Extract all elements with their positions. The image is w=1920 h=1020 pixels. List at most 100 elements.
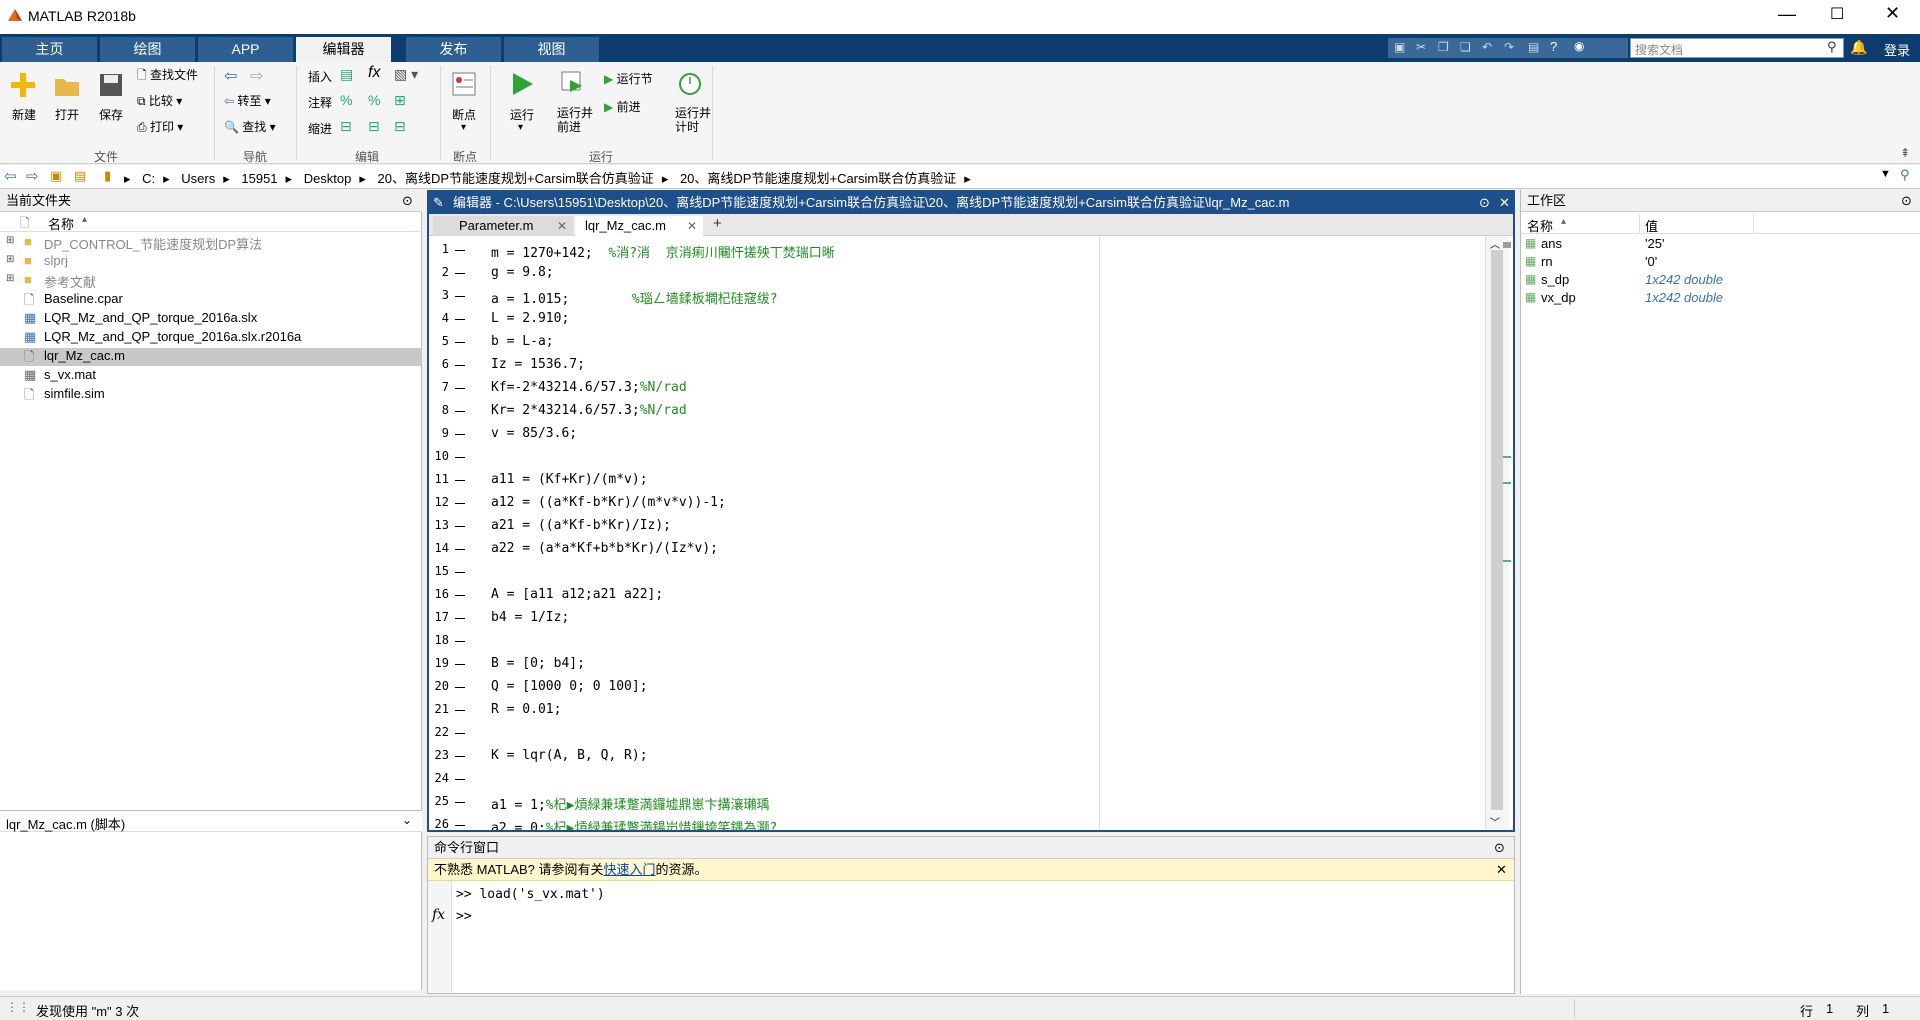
breakpoint-marker[interactable]: [455, 319, 465, 320]
line-number[interactable]: 13: [429, 518, 449, 532]
details-header[interactable]: lqr_Mz_cac.m (脚本) ⌄: [0, 810, 422, 832]
panel-menu-icon[interactable]: ⊙: [1494, 837, 1505, 859]
run-time-button[interactable]: [676, 68, 706, 98]
line-number[interactable]: 15: [429, 564, 449, 578]
close-icon[interactable]: ✕: [1496, 859, 1507, 881]
scroll-thumb[interactable]: [1491, 250, 1503, 810]
cut-icon[interactable]: ✂: [1416, 40, 1426, 54]
print-button[interactable]: ⎙ 打印 ▾: [137, 118, 183, 135]
find-button[interactable]: 🔍 查找 ▾: [224, 118, 276, 135]
code-area[interactable]: 1 m = 1270+142; %消?消 京消痢川闀忓搓殃丅焚瑞口晰 2 g = 9.…: [429, 236, 1493, 830]
list-item[interactable]: ▦ LQR_Mz_and_QP_torque_2016a.slx.r2016a: [0, 329, 422, 347]
line-number[interactable]: 25: [429, 794, 449, 808]
breadcrumb-item[interactable]: 20、离线DP节能速度规划+Carsim联合仿真验证: [378, 171, 654, 186]
close-icon[interactable]: ✕: [1499, 192, 1510, 214]
tab-plots[interactable]: 绘图: [100, 37, 195, 62]
code-line[interactable]: 2 g = 9.8;: [429, 263, 1089, 283]
line-number[interactable]: 10: [429, 449, 449, 463]
breadcrumb[interactable]: ▸ C: ▸ Users ▸ 15951 ▸ Desktop ▸ 20、离线DP节能速度…: [124, 168, 971, 187]
breakpoint-marker[interactable]: [455, 526, 465, 527]
breakpoint-marker[interactable]: [455, 549, 465, 550]
table-row[interactable]: ▦ ans '25': [1521, 236, 1920, 254]
table-row[interactable]: ▦ vx_dp 1x242 double: [1521, 290, 1920, 308]
code-line[interactable]: 14 a22 = (a*a*Kf+b*b*Kr)/(Iz*v);: [429, 539, 1089, 559]
line-number[interactable]: 20: [429, 679, 449, 693]
code-line[interactable]: 8 Kr= 2*43214.6/57.3;%N/rad: [429, 401, 1089, 421]
breakpoint-marker[interactable]: [455, 710, 465, 711]
list-item[interactable]: ▦ s_vx.mat: [0, 367, 422, 385]
breakpoint-marker[interactable]: [455, 779, 465, 780]
code-line[interactable]: 4 L = 2.910;: [429, 309, 1089, 329]
goto-button[interactable]: ⇦ 转至 ▾: [224, 92, 271, 109]
breadcrumb-item[interactable]: 20、离线DP节能速度规划+Carsim联合仿真验证: [680, 171, 956, 186]
search-icon[interactable]: ⚲: [1827, 39, 1837, 55]
breakpoint-marker[interactable]: [455, 296, 465, 297]
forward-icon[interactable]: ⇨: [26, 167, 39, 185]
list-item-selected[interactable]: 🗋 lqr_Mz_cac.m: [0, 348, 422, 366]
paste-icon[interactable]: ❏: [1460, 40, 1471, 54]
uncomment-icon[interactable]: %: [368, 92, 380, 108]
quick-start-link[interactable]: 快速入门: [604, 862, 656, 877]
panel-menu-icon[interactable]: ⊙: [402, 190, 413, 212]
breakpoint-marker[interactable]: [455, 595, 465, 596]
wrap-comment-icon[interactable]: ⊞: [394, 92, 406, 109]
breakpoint-marker[interactable]: [455, 572, 465, 573]
close-tab-icon[interactable]: ✕: [687, 216, 697, 236]
breakpoint-marker[interactable]: [455, 434, 465, 435]
search-input[interactable]: 搜索文档 ⚲: [1630, 38, 1844, 58]
code-line[interactable]: 17 b4 = 1/Iz;: [429, 608, 1089, 628]
breadcrumb-item[interactable]: Desktop: [304, 171, 352, 186]
collapse-ribbon-icon[interactable]: ⇞: [1900, 146, 1910, 160]
code-line[interactable]: 12 a12 = ((a*Kf-b*Kr)/(m*v*v))-1;: [429, 493, 1089, 513]
undo-icon[interactable]: ↶: [1482, 40, 1492, 54]
breakpoint-marker[interactable]: [455, 273, 465, 274]
breakpoint-marker[interactable]: [455, 388, 465, 389]
code-line[interactable]: 24: [429, 769, 1089, 789]
breakpoint-marker[interactable]: [455, 457, 465, 458]
breakpoint-marker[interactable]: [455, 664, 465, 665]
redo-icon[interactable]: ↷: [1504, 40, 1514, 54]
decrease-indent-icon[interactable]: ⊟: [394, 118, 406, 135]
code-line[interactable]: 23 K = lqr(A, B, Q, R);: [429, 746, 1089, 766]
code-line[interactable]: 16 A = [a11 a12;a21 a22];: [429, 585, 1089, 605]
address-bar[interactable]: ⇦ ⇨ ▣ ▤ ▮ ▸ C: ▸ Users ▸ 15951 ▸ Desktop ▸ 2…: [0, 165, 1920, 189]
run-section-button[interactable]: ▶ 运行节: [604, 70, 653, 87]
line-number[interactable]: 8: [429, 403, 449, 417]
code-line[interactable]: 6 Iz = 1536.7;: [429, 355, 1089, 375]
line-number[interactable]: 24: [429, 771, 449, 785]
breakpoint-marker[interactable]: [455, 756, 465, 757]
code-line[interactable]: 20 Q = [1000 0; 0 100];: [429, 677, 1089, 697]
code-line[interactable]: 10: [429, 447, 1089, 467]
expand-icon[interactable]: ⊞: [6, 235, 14, 246]
tab-apps[interactable]: APP: [198, 37, 293, 62]
list-item[interactable]: ⊞ ■ 参考文献: [0, 272, 422, 290]
advance-button[interactable]: ▶ 前进: [604, 98, 641, 115]
list-item[interactable]: ⊞ ■ DP_CONTROL_节能速度规划DP算法: [0, 234, 422, 252]
breakpoint-marker[interactable]: [455, 503, 465, 504]
code-line[interactable]: 22: [429, 723, 1089, 743]
line-number[interactable]: 4: [429, 311, 449, 325]
line-number[interactable]: 11: [429, 472, 449, 486]
chevron-down-icon[interactable]: ▾: [518, 122, 523, 133]
expand-icon[interactable]: ⊞: [6, 254, 14, 265]
breadcrumb-item[interactable]: C:: [142, 171, 155, 186]
forward-icon[interactable]: ⇨: [250, 66, 263, 86]
line-number[interactable]: 17: [429, 610, 449, 624]
maximize-button[interactable]: ☐: [1830, 4, 1844, 24]
command-prompt[interactable]: >>: [456, 909, 472, 924]
code-line[interactable]: 7 Kf=-2*43214.6/57.3;%N/rad: [429, 378, 1089, 398]
analyzer-indicator[interactable]: [1503, 242, 1511, 248]
scroll-up-icon[interactable]: ︿: [1490, 236, 1500, 251]
breakpoint-marker[interactable]: [455, 618, 465, 619]
code-line[interactable]: 21 R = 0.01;: [429, 700, 1089, 720]
list-item[interactable]: ▦ LQR_Mz_and_QP_torque_2016a.slx: [0, 310, 422, 328]
tab-lqr-mz-cac[interactable]: lqr_Mz_cac.m ✕: [575, 216, 703, 237]
code-line[interactable]: 18: [429, 631, 1089, 651]
fx-icon[interactable]: fx: [368, 64, 380, 82]
code-line[interactable]: 25 a1 = 1;%杞▶熕緑兼瑈蹩満鑼墟鼎崽卞搆瀼瓎瑀: [429, 792, 1089, 813]
new-tab-icon[interactable]: +: [713, 215, 722, 232]
tab-home[interactable]: 主页: [2, 37, 97, 62]
code-line[interactable]: 11 a11 = (Kf+Kr)/(m*v);: [429, 470, 1089, 490]
run-button[interactable]: [508, 70, 538, 100]
tab-view[interactable]: 视图: [504, 37, 599, 62]
